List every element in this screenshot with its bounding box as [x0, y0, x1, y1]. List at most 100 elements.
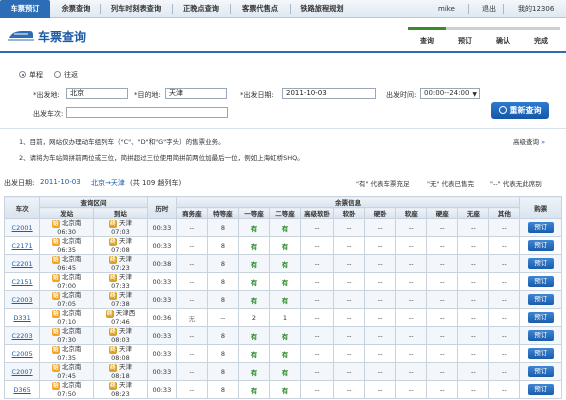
book-button[interactable]: 预订 [527, 222, 554, 233]
advanced-query-link[interactable]: 高级查询 » [513, 136, 545, 146]
badge-end-icon: 终 [108, 220, 117, 228]
badge-start-icon: 始 [51, 328, 60, 336]
train-number-link[interactable]: C2007 [12, 368, 33, 376]
seat-availability: -- [364, 218, 397, 237]
seat-availability: -- [457, 362, 490, 381]
roundtrip-radio[interactable] [54, 71, 61, 78]
oneway-radio[interactable] [19, 71, 26, 78]
depart-station: 北京南 [61, 291, 82, 300]
col-train: 车次 [3, 196, 41, 219]
from-input[interactable]: 北京 [66, 88, 128, 99]
seat-availability: -- [300, 362, 335, 381]
book-button[interactable]: 预订 [527, 330, 554, 341]
seat-availability: -- [488, 236, 521, 255]
seat-availability: -- [395, 272, 428, 291]
my-12306-link[interactable]: 我的12306 [518, 0, 554, 18]
time-select[interactable]: 00:00--24:00 ▼ [420, 88, 480, 99]
table-row: C2171 始 北京南 06:35 终 天津 07:08 00:33 -- 8 有有 -- -- --… [3, 236, 562, 255]
depart-time: 06:35 [57, 246, 76, 254]
depart-time: 07:00 [57, 282, 76, 290]
search-icon [498, 105, 507, 114]
book-button[interactable]: 预订 [527, 366, 554, 377]
depart-time: 07:50 [57, 390, 76, 398]
legend-yes: "有" 代表车票充足 [356, 180, 410, 188]
book-button[interactable]: 预订 [527, 348, 554, 359]
train-number-link[interactable]: D365 [13, 386, 30, 394]
train-number-link[interactable]: C2001 [12, 224, 33, 232]
seat-availability: -- [426, 362, 459, 381]
tab-ticket-booking[interactable]: 车票预订 [0, 0, 50, 18]
train-number-link[interactable]: D331 [13, 314, 30, 322]
seat-availability: -- [426, 236, 459, 255]
seat-availability: -- [175, 380, 208, 399]
depart-time: 07:45 [57, 372, 76, 380]
seat-availability: 8 [206, 380, 239, 399]
depart-time: 07:05 [57, 300, 76, 308]
badge-start-icon: 始 [51, 382, 60, 390]
seat-availability: -- [457, 344, 490, 363]
book-button[interactable]: 预订 [527, 312, 554, 323]
logout-link[interactable]: 退出 [482, 0, 496, 18]
train-number-link[interactable]: C2005 [12, 350, 33, 358]
seat-availability: -- [175, 272, 208, 291]
train-input[interactable] [66, 107, 228, 118]
depart-station: 北京南 [61, 363, 82, 372]
tab-delay-query[interactable]: 正晚点查询 [176, 0, 226, 18]
seat-availability: -- [364, 380, 397, 399]
arrive-time: 08:03 [111, 336, 130, 344]
roundtrip-label: 往返 [64, 71, 78, 79]
seat-availability: -- [395, 380, 428, 399]
seat-availability: 有 [237, 380, 270, 399]
seat-availability: 8 [206, 218, 239, 237]
book-button[interactable]: 预订 [527, 294, 554, 305]
seat-availability: -- [488, 254, 521, 273]
seat-availability: -- [333, 218, 366, 237]
train-logo-icon [8, 31, 34, 41]
seat-availability: -- [300, 254, 335, 273]
train-number-link[interactable]: C2171 [12, 242, 33, 250]
train-label: 出发车次: [33, 110, 64, 118]
col-seat: 其他 [488, 207, 521, 219]
train-number-link[interactable]: C2201 [12, 260, 33, 268]
seat-availability: -- [457, 380, 490, 399]
seat-availability: -- [300, 218, 335, 237]
duration: 00:33 [146, 236, 177, 255]
col-seat: 软座 [395, 207, 428, 219]
seat-availability: -- [457, 254, 490, 273]
seat-availability: -- [175, 290, 208, 309]
badge-end-icon: 终 [105, 310, 114, 318]
seat-availability: -- [364, 308, 397, 327]
tab-trip-planning[interactable]: 铁路旅程规划 [294, 0, 350, 18]
result-summary: 出发日期: 2011-10-03 北京→天津 (共 109 趟列车) "有" 代… [0, 178, 566, 188]
seat-availability: -- [395, 326, 428, 345]
badge-start-icon: 始 [51, 310, 60, 318]
col-seat: 一等座 [237, 207, 270, 219]
depart-station: 北京南 [61, 273, 82, 282]
seat-availability: -- [488, 380, 521, 399]
seat-availability: -- [175, 326, 208, 345]
date-input[interactable]: 2011-10-03 [282, 88, 376, 99]
tab-agency[interactable]: 客票代售点 [234, 0, 286, 18]
train-number-link[interactable]: C2203 [12, 332, 33, 340]
book-button[interactable]: 预订 [527, 384, 554, 395]
book-button[interactable]: 预订 [527, 240, 554, 251]
tab-timetable[interactable]: 列车时刻表查询 [104, 0, 168, 18]
table-row: C2001 始 北京南 06:30 终 天津 07:03 00:33 -- 8 有有 -- -- --… [3, 218, 562, 237]
step-confirm: 确认 [484, 27, 522, 51]
train-number-link[interactable]: C2151 [12, 278, 33, 286]
to-input[interactable]: 天津 [165, 88, 227, 99]
arrive-time: 08:08 [111, 354, 130, 362]
seat-availability: -- [333, 344, 366, 363]
seat-availability: -- [364, 272, 397, 291]
book-button[interactable]: 预订 [527, 276, 554, 287]
train-number-link[interactable]: C2003 [12, 296, 33, 304]
arrive-time: 07:33 [111, 282, 130, 290]
requery-button[interactable]: 重新查询 [491, 102, 549, 119]
tab-remaining-tickets[interactable]: 余票查询 [56, 0, 96, 18]
seat-availability: 8 [206, 362, 239, 381]
book-button[interactable]: 预订 [527, 258, 554, 269]
arrive-station: 天津 [118, 363, 132, 372]
seat-availability: -- [395, 290, 428, 309]
seat-availability: -- [364, 344, 397, 363]
badge-start-icon: 始 [51, 274, 60, 282]
